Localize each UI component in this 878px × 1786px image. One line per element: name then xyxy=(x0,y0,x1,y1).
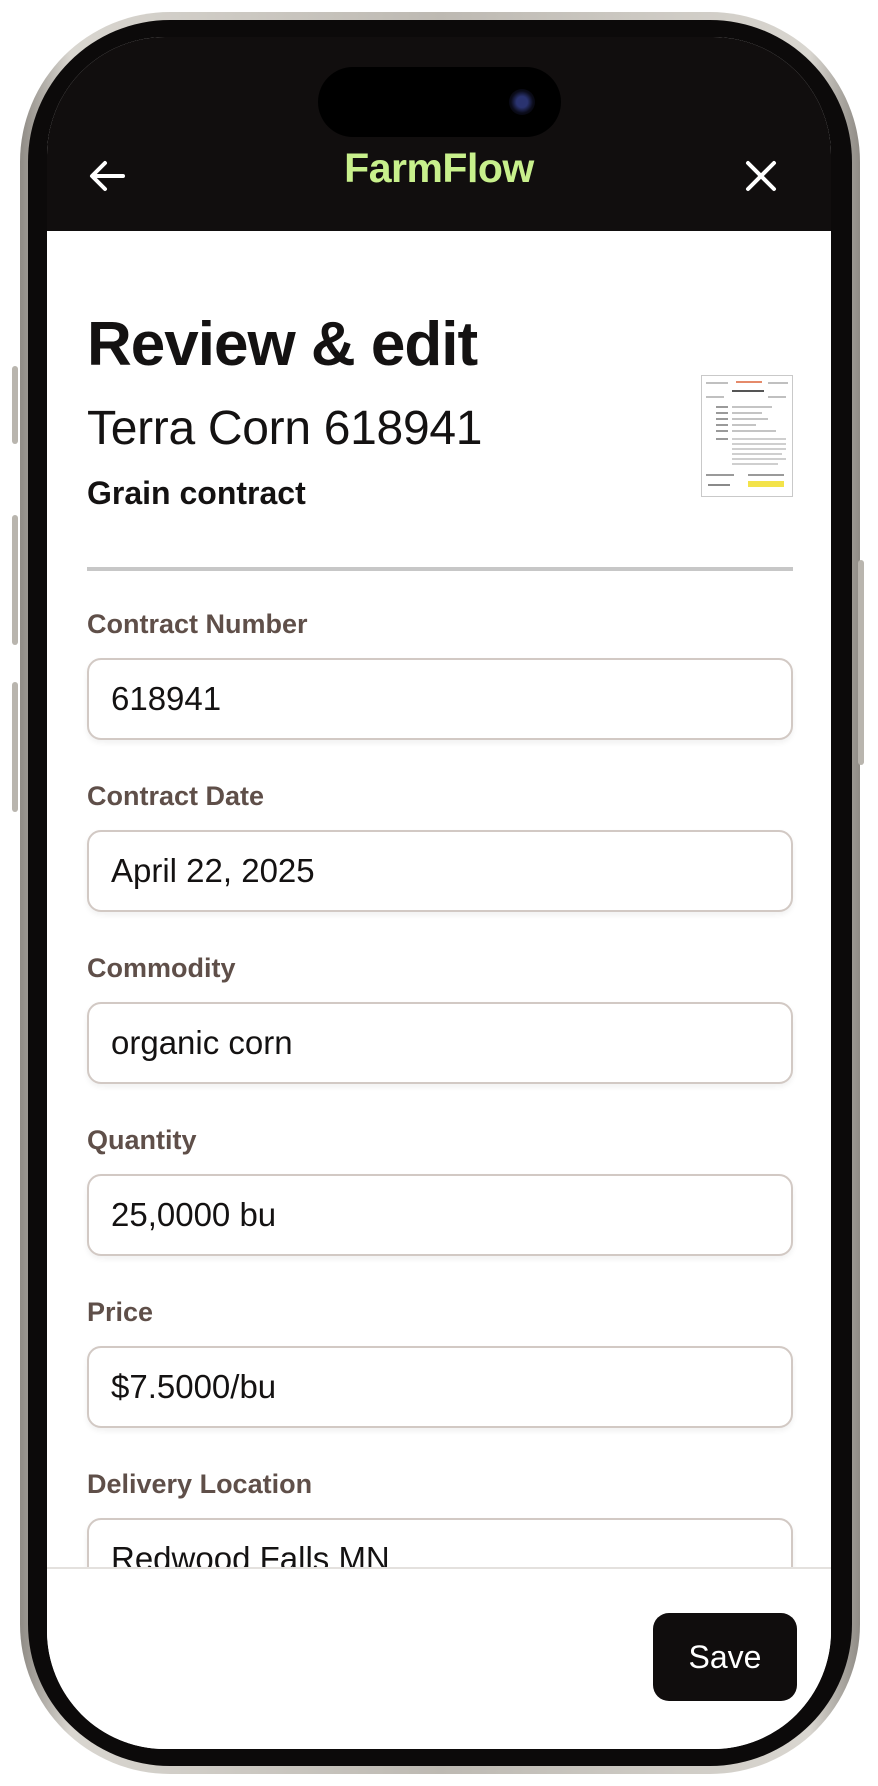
contract-number-field: Contract Number 618941 xyxy=(87,609,793,740)
contract-date-label: Contract Date xyxy=(87,781,265,811)
contract-document-thumbnail[interactable] xyxy=(701,375,793,497)
close-button[interactable] xyxy=(739,154,783,198)
delivery-location-label: Delivery Location xyxy=(87,1469,313,1499)
power-button xyxy=(858,560,864,765)
contract-name: Terra Corn 618941 xyxy=(87,402,483,455)
front-camera xyxy=(509,89,535,115)
save-button[interactable]: Save xyxy=(653,1613,797,1701)
contract-date-input[interactable]: April 22, 2025 xyxy=(87,830,793,912)
price-input[interactable]: $7.5000/bu xyxy=(87,1346,793,1428)
commodity-field: Commodity organic corn xyxy=(87,953,793,1084)
contract-date-field: Contract Date April 22, 2025 xyxy=(87,781,793,912)
contract-number-input[interactable]: 618941 xyxy=(87,658,793,740)
dynamic-island xyxy=(318,67,561,137)
price-field: Price $7.5000/bu xyxy=(87,1297,793,1428)
header-divider xyxy=(87,567,793,571)
footer-bar: Save xyxy=(47,1567,831,1749)
app-logo: FarmFlow xyxy=(344,145,534,191)
page-title: Review & edit xyxy=(87,310,478,379)
top-bar: FarmFlow xyxy=(47,37,831,231)
screen: FarmFlow Review & edit Terra Corn 618941… xyxy=(47,37,831,1749)
quantity-label: Quantity xyxy=(87,1125,197,1155)
commodity-label: Commodity xyxy=(87,953,236,983)
contract-number-label: Contract Number xyxy=(87,609,308,639)
volume-up-button xyxy=(12,515,18,645)
contract-type: Grain contract xyxy=(87,475,306,511)
price-label: Price xyxy=(87,1297,154,1327)
quantity-input[interactable]: 25,0000 bu xyxy=(87,1174,793,1256)
volume-down-button xyxy=(12,682,18,812)
action-button xyxy=(12,366,18,444)
quantity-field: Quantity 25,0000 bu xyxy=(87,1125,793,1256)
commodity-input[interactable]: organic corn xyxy=(87,1002,793,1084)
close-icon xyxy=(746,161,776,191)
